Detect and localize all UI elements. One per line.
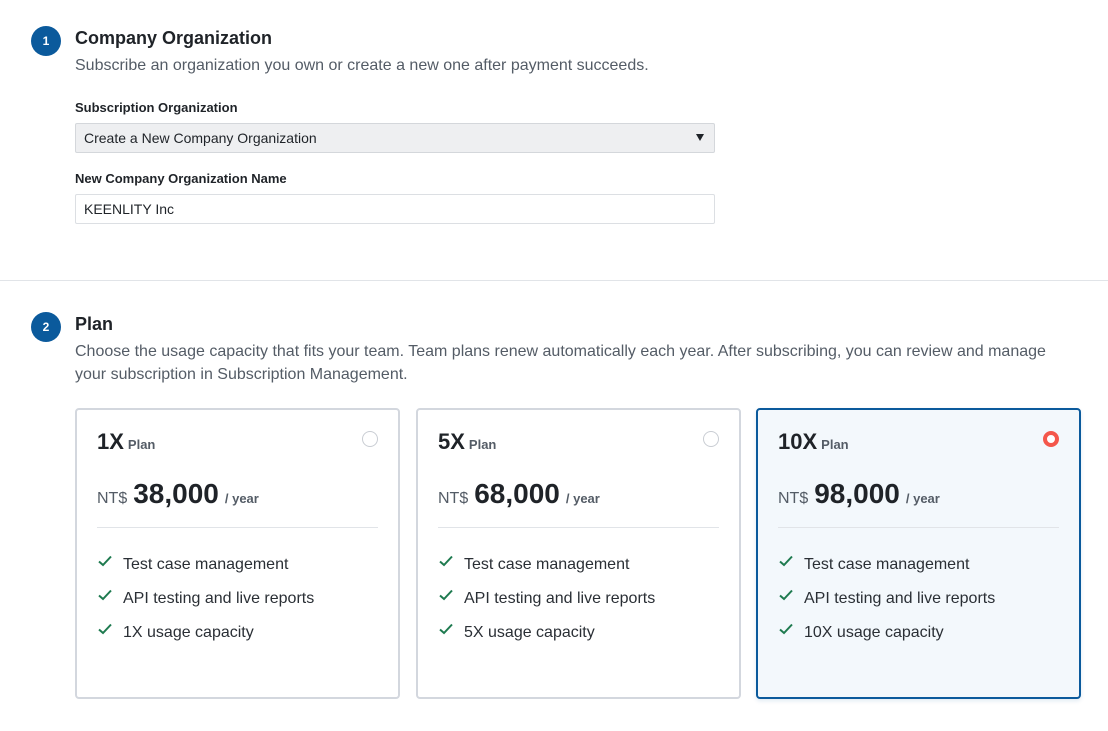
plan-feature-list: Test case management API testing and liv… bbox=[438, 548, 655, 650]
plan-currency: NT$ bbox=[438, 490, 469, 507]
plan-amount: 68,000 bbox=[474, 478, 560, 509]
plan-currency: NT$ bbox=[97, 490, 128, 507]
section-title-plan: Plan bbox=[75, 314, 114, 334]
plan-tag: Plan bbox=[468, 437, 497, 452]
plan-card-divider bbox=[438, 527, 719, 528]
section-description-company-organization: Subscribe an organization you own or cre… bbox=[75, 57, 649, 74]
plan-feature: 10X usage capacity bbox=[778, 616, 995, 650]
new-organization-name-label: New Company Organization Name bbox=[75, 171, 287, 186]
section-divider bbox=[0, 280, 1108, 281]
plan-radio-1x[interactable] bbox=[362, 431, 378, 447]
plan-feature-label: Test case management bbox=[464, 556, 630, 573]
plan-feature-label: API testing and live reports bbox=[804, 590, 996, 607]
plan-feature: Test case management bbox=[97, 548, 314, 582]
plan-tag: Plan bbox=[821, 437, 849, 452]
plan-feature-label: 5X usage capacity bbox=[464, 624, 595, 641]
plan-feature-label: API testing and live reports bbox=[464, 590, 656, 607]
plan-feature: 1X usage capacity bbox=[97, 616, 314, 650]
step-badge-2: 2 bbox=[31, 312, 61, 342]
chevron-down-icon bbox=[696, 134, 704, 141]
plan-name-value: 5X bbox=[438, 429, 465, 454]
check-icon bbox=[779, 555, 793, 567]
plan-feature-label: 10X usage capacity bbox=[804, 624, 944, 641]
plan-card-divider bbox=[778, 527, 1059, 528]
plan-name-value: 1X bbox=[97, 429, 124, 454]
subscription-organization-label: Subscription Organization bbox=[75, 100, 238, 115]
plan-amount: 98,000 bbox=[814, 478, 900, 509]
plan-feature: Test case management bbox=[778, 548, 995, 582]
plan-name: 5X Plan bbox=[438, 429, 496, 455]
subscription-organization-select-value: Create a New Company Organization bbox=[84, 130, 317, 146]
plan-feature-label: Test case management bbox=[804, 556, 970, 573]
plan-price: NT$ 38,000 / year bbox=[97, 478, 259, 510]
plan-feature-label: API testing and live reports bbox=[123, 590, 315, 607]
subscription-organization-select[interactable]: Create a New Company Organization bbox=[75, 123, 715, 153]
plan-amount: 38,000 bbox=[133, 478, 219, 509]
plan-feature: API testing and live reports bbox=[778, 582, 995, 616]
new-organization-name-input[interactable] bbox=[75, 194, 715, 224]
check-icon bbox=[779, 623, 793, 635]
check-icon bbox=[439, 589, 453, 601]
plan-tag: Plan bbox=[127, 437, 156, 452]
section-description-plan-line-1: Choose the usage capacity that fits your… bbox=[75, 343, 1046, 360]
plan-card-5x[interactable]: 5X Plan NT$ 68,000 / year Test case manag… bbox=[416, 408, 741, 699]
check-icon bbox=[439, 555, 453, 567]
plan-period: / year bbox=[905, 491, 940, 506]
step-badge-1: 1 bbox=[31, 26, 61, 56]
check-icon bbox=[779, 589, 793, 601]
check-icon bbox=[98, 589, 112, 601]
plan-feature: API testing and live reports bbox=[438, 582, 655, 616]
plan-price: NT$ 68,000 / year bbox=[438, 478, 600, 510]
check-icon bbox=[98, 623, 112, 635]
plan-feature: 5X usage capacity bbox=[438, 616, 655, 650]
check-icon bbox=[439, 623, 453, 635]
plan-feature: Test case management bbox=[438, 548, 655, 582]
plan-name: 1X Plan bbox=[97, 429, 155, 455]
plan-radio-5x[interactable] bbox=[703, 431, 719, 447]
plan-period: / year bbox=[565, 491, 600, 506]
plan-feature-list: Test case management API testing and liv… bbox=[97, 548, 314, 650]
section-title-company-organization: Company Organization bbox=[75, 28, 273, 48]
check-icon bbox=[98, 555, 112, 567]
plan-period: / year bbox=[224, 491, 259, 506]
plan-price: NT$ 98,000 / year bbox=[778, 478, 940, 510]
plan-card-10x[interactable]: 10X Plan NT$ 98,000 / year Test case mana… bbox=[756, 408, 1081, 699]
plan-feature: API testing and live reports bbox=[97, 582, 314, 616]
plan-feature-label: 1X usage capacity bbox=[123, 624, 254, 641]
plan-card-1x[interactable]: 1X Plan NT$ 38,000 / year Test case manag… bbox=[75, 408, 400, 699]
plan-feature-label: Test case management bbox=[123, 556, 289, 573]
plan-name: 10X Plan bbox=[778, 429, 849, 455]
section-description-plan-line-2: your subscription in Subscription Manage… bbox=[75, 366, 408, 383]
plan-name-value: 10X bbox=[778, 429, 818, 454]
plan-feature-list: Test case management API testing and liv… bbox=[778, 548, 995, 650]
plan-radio-10x[interactable] bbox=[1043, 431, 1059, 447]
plan-currency: NT$ bbox=[778, 490, 809, 507]
plan-card-divider bbox=[97, 527, 378, 528]
